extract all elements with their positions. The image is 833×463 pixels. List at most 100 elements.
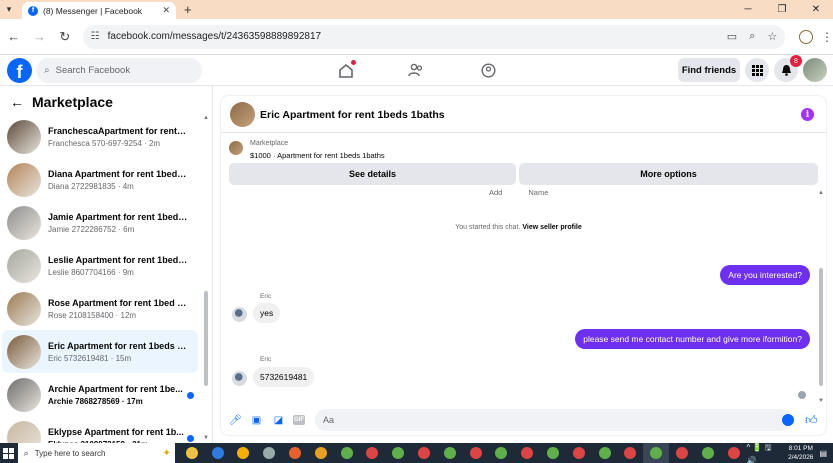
see-details-button[interactable]: See details [229, 163, 516, 185]
marketplace-sidebar: ← Marketplace FranchescaApartment for re… [0, 86, 213, 443]
facebook-search-input[interactable]: ⌕ Search Facebook [36, 58, 202, 83]
taskbar-app-icon[interactable] [230, 443, 256, 463]
microphone-icon[interactable]: 🎤︎ [229, 414, 242, 427]
view-seller-profile-link[interactable]: View seller profile [522, 224, 581, 231]
home-nav-icon[interactable] [335, 60, 357, 80]
photo-icon[interactable]: ▣ [250, 414, 263, 427]
taskbar-app-icon[interactable] [437, 443, 463, 463]
taskbar-app-icon[interactable] [205, 443, 231, 463]
scroll-down-icon[interactable]: ▼ [818, 398, 824, 404]
restore-icon[interactable]: ❐ [765, 0, 799, 19]
facebook-logo-icon[interactable]: f [7, 58, 32, 83]
taskbar-app-icon[interactable] [179, 443, 205, 463]
conversation-list-item[interactable]: Jamie Apartment for rent 1bed 1... Jamie … [2, 201, 198, 244]
taskbar-app-icon[interactable] [385, 443, 411, 463]
app-icon [572, 447, 585, 459]
more-options-button[interactable]: More options [519, 163, 818, 185]
weather-icon[interactable]: ✦ [163, 448, 175, 459]
notification-center-icon[interactable]: ▤ [819, 449, 827, 458]
taskbar-app-icon[interactable] [721, 443, 747, 463]
taskbar-app-icon[interactable] [463, 443, 489, 463]
windows-start-icon[interactable] [0, 443, 18, 463]
emoji-icon[interactable] [782, 414, 794, 426]
message-bubble-incoming[interactable]: yes [253, 303, 281, 323]
search-placeholder: Search Facebook [55, 65, 131, 76]
thumbs-up-icon[interactable]: 👍︎ [805, 413, 818, 428]
taskbar-app-icon[interactable] [411, 443, 437, 463]
back-icon[interactable]: ← [2, 25, 26, 49]
tab-search-menu[interactable]: ▾ [0, 0, 18, 19]
sticker-icon[interactable]: ◪ [272, 414, 285, 427]
chat-scrollbar[interactable]: ▲ ▼ [818, 190, 825, 404]
zoom-icon[interactable]: ⌕ [749, 30, 755, 43]
back-arrow-icon[interactable]: ← [10, 94, 24, 110]
gif-icon[interactable]: GIF [293, 415, 305, 425]
taskbar-app-icon[interactable] [617, 443, 643, 463]
sidebar-scrollbar[interactable]: ▲ ▼ [202, 115, 210, 441]
message-bubble-outgoing[interactable]: please send me contact number and give m… [575, 329, 810, 349]
taskbar-app-icon[interactable] [695, 443, 721, 463]
scroll-down-icon[interactable]: ▼ [203, 435, 209, 441]
new-tab-button[interactable]: + [184, 0, 192, 19]
friends-nav-icon[interactable] [405, 60, 427, 80]
message-bubble-incoming[interactable]: 5732619481 [253, 367, 315, 387]
forward-icon[interactable]: → [28, 25, 52, 49]
scroll-up-icon[interactable]: ▲ [203, 115, 209, 121]
seen-indicator-avatar [798, 391, 806, 399]
taskbar-app-icon[interactable] [359, 443, 385, 463]
reload-icon[interactable]: ↻ [53, 25, 77, 49]
browser-profile-icon[interactable] [799, 29, 814, 44]
groups-nav-icon[interactable] [477, 60, 499, 80]
close-window-icon[interactable]: ✕ [799, 0, 833, 19]
taskbar-app-icon[interactable] [643, 443, 670, 463]
browser-menu-icon[interactable]: ⋮ [821, 30, 833, 44]
conversation-list-item[interactable]: FranchescaApartment for rent 3... Franche… [2, 115, 198, 158]
find-friends-button[interactable]: Find friends [678, 58, 740, 82]
taskbar-app-icon[interactable] [334, 443, 360, 463]
site-info-icon[interactable]: ☷ [91, 31, 100, 42]
scrollbar-thumb[interactable] [819, 268, 823, 386]
conversation-list-item[interactable]: Diana Apartment for rent 1bed 1... Diana … [2, 158, 198, 201]
menu-grid-icon[interactable] [745, 58, 769, 82]
minimize-icon[interactable]: ─ [731, 0, 765, 19]
message-bubble-outgoing[interactable]: Are you interested? [720, 265, 810, 285]
address-bar[interactable]: ☷ facebook.com/messages/t/24363598889892… [82, 24, 786, 49]
info-icon[interactable]: i [801, 108, 814, 121]
app-icon [701, 447, 714, 459]
taskbar-search-input[interactable]: ⌕ Type here to search ✦ [17, 443, 175, 463]
scroll-up-icon[interactable]: ▲ [818, 190, 824, 196]
tray-icons[interactable]: ^ 🔋 🖫 🔊 [746, 442, 782, 463]
conversation-list-item[interactable]: Leslie Apartment for rent 1bed 1... Lesli… [2, 244, 198, 287]
browser-tab-messenger[interactable]: f (8) Messenger | Facebook ✕ [22, 2, 176, 19]
conversation-list-item[interactable]: Archie Apartment for rent 1be... Archie 7… [2, 373, 198, 416]
sender-avatar[interactable] [232, 371, 247, 386]
account-avatar[interactable] [803, 58, 827, 82]
taskbar-app-icon[interactable] [669, 443, 695, 463]
notifications-bell-icon[interactable]: 8 [774, 55, 802, 82]
tab-close-icon[interactable]: ✕ [162, 5, 170, 16]
taskbar-app-icon[interactable] [514, 443, 540, 463]
taskbar-app-icon[interactable] [592, 443, 618, 463]
chat-title[interactable]: Eric Apartment for rent 1beds 1baths [260, 109, 445, 121]
taskbar-app-icon[interactable] [282, 443, 308, 463]
taskbar-app-icon[interactable] [308, 443, 334, 463]
conversation-list-item[interactable]: Eric Apartment for rent 1beds 1... Eric 5… [2, 330, 198, 373]
taskbar-app-icon[interactable] [256, 443, 282, 463]
taskbar-app-icon[interactable] [566, 443, 592, 463]
taskbar-app-icon[interactable] [540, 443, 566, 463]
cast-icon[interactable]: ▭ [727, 30, 737, 43]
message-input[interactable]: Aa [315, 409, 792, 431]
taskbar-clock[interactable]: 8:01 PM 2/4/2026 [788, 444, 813, 462]
chat-listing-photo[interactable] [230, 102, 255, 127]
sender-avatar[interactable] [232, 307, 247, 322]
app-icon [417, 447, 430, 459]
url-text[interactable]: facebook.com/messages/t/2436359888989281… [108, 31, 719, 42]
conversation-preview: Archie 7868278569 · 17m [48, 396, 143, 406]
conversation-preview: Franchesca 570-697-9254 · 2m [48, 138, 161, 148]
taskbar-app-icon[interactable] [488, 443, 514, 463]
conversation-list-item[interactable]: Rose Apartment for rent 1bed 1... Rose 21… [2, 287, 198, 330]
scrollbar-thumb[interactable] [204, 291, 208, 386]
conversation-list-item[interactable]: Eklypse Apartment for rent 1b...Eklypse … [2, 416, 198, 443]
bookmark-star-icon[interactable]: ☆ [767, 30, 777, 43]
search-icon: ⌕ [23, 447, 29, 458]
